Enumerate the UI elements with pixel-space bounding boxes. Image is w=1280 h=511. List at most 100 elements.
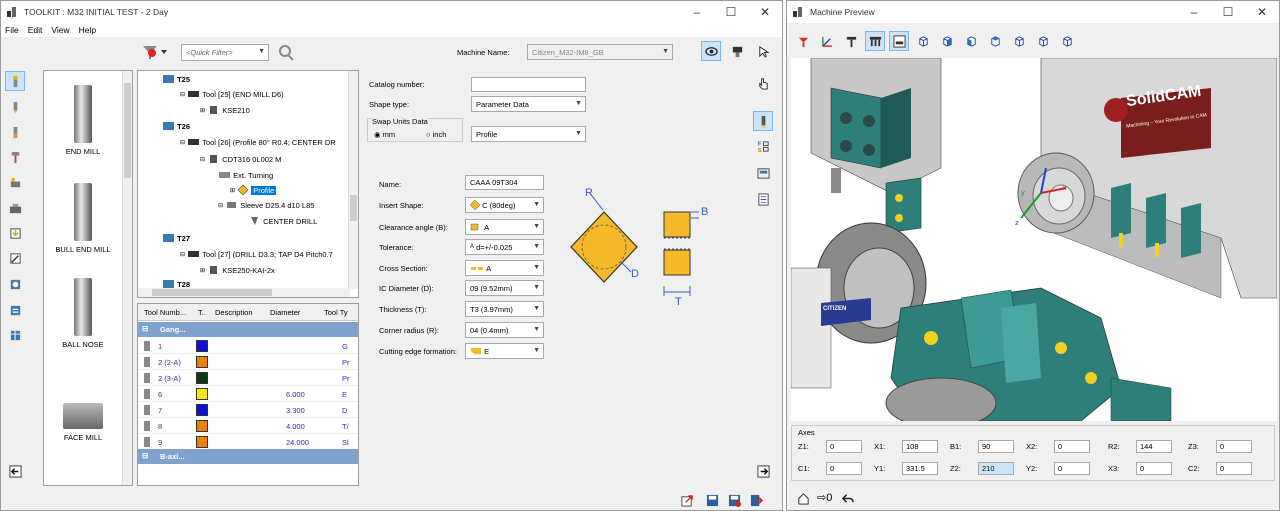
tree-node-t26-tool[interactable]: ⊟ Tool [26] (Profile 80° R0.4; CENTER DR [180,137,336,147]
tree-node-t26-holder[interactable]: ⊟ CDT316 0L002 M [200,154,281,164]
tree-node-t26-center-drill[interactable]: CENTER DRILL [248,216,317,226]
table-row[interactable]: 9 24.000 Sl [138,434,358,450]
col-description[interactable]: Description [215,308,253,317]
axis-value-x1[interactable]: 108 [902,440,938,453]
axis-value-r2[interactable]: 144 [1136,440,1172,453]
tree-node-t26[interactable]: T26 [162,121,190,131]
menu-view[interactable]: View [51,25,69,35]
view-iso-5-button[interactable] [1009,31,1029,51]
library-item-end-mill[interactable]: END MILL [46,85,120,156]
tree-vscrollbar[interactable] [348,71,358,289]
tool-type-import-button[interactable] [5,223,25,243]
save-button[interactable] [702,490,722,510]
cutting-edge-select[interactable]: E ▼ [465,343,544,359]
corner-radius-select[interactable]: 04 (0.4mm) ▼ [465,322,544,338]
tool-type-assembly-button[interactable] [5,274,25,294]
insert-shape-select[interactable]: C (80deg) ▼ [465,197,544,213]
inch-radio[interactable]: ○ inch [426,130,446,139]
axis-value-z1[interactable]: 0 [826,440,862,453]
tool-type-tap-button[interactable] [5,122,25,142]
cross-section-select[interactable]: A ▼ [465,260,544,276]
machine-3d-viewport[interactable]: SolidCAM Machining – Your Revolution in … [791,58,1277,421]
axis-value-x3[interactable]: 0 [1136,462,1172,475]
axis-value-y2[interactable]: 0 [1054,462,1090,475]
view-eye-button[interactable] [701,41,721,61]
home-button[interactable] [793,488,813,508]
preview-maximize-button[interactable]: ☐ [1211,5,1245,19]
close-button[interactable]: ✕ [748,5,782,19]
tool-type-holder-button[interactable] [5,198,25,218]
thickness-select[interactable]: T3 (3.97mm) ▼ [465,301,544,317]
tool-type-turning-button[interactable] [5,172,25,192]
shape-type-select[interactable]: Parameter Data ▼ [471,96,586,112]
profile-select[interactable]: Profile ▼ [471,126,586,142]
tree-node-t25[interactable]: T25 [162,74,190,84]
ic-diameter-select[interactable]: 09 (9.52mm) ▼ [465,280,544,296]
table-row[interactable]: 2 (2-A) Pr [138,354,358,370]
tree-node-t26-ext-turning[interactable]: Ext. Turning [218,170,273,180]
axis-value-x2[interactable]: 0 [1054,440,1090,453]
save-as-button[interactable] [724,490,744,510]
view-tool-button[interactable] [727,41,747,61]
undo-button[interactable] [837,488,857,508]
tool-type-list-button[interactable] [5,300,25,320]
col-tool-number[interactable]: Tool Numb... [144,308,186,317]
menu-file[interactable]: File [5,25,19,35]
collapse-left-button[interactable] [5,461,25,481]
clearance-select[interactable]: A ▼ [465,219,544,235]
export-button[interactable] [677,490,697,510]
toggle-holder-button[interactable] [889,31,909,51]
table-group-gang[interactable]: ⊟ Gang... [138,322,358,337]
tree-node-t27-holder[interactable]: ⊞ KSE250-KAI-2x [200,265,275,275]
table-row[interactable]: 7 3.300 D [138,402,358,418]
tree-node-t27[interactable]: T27 [162,233,190,243]
tool-type-reamer-button[interactable] [5,147,25,167]
minimize-button[interactable]: – [680,5,714,19]
col-diameter[interactable]: Diameter [270,308,300,317]
tree-node-t26-profile[interactable]: ⊞ Profile [230,184,277,196]
tool-type-export-button[interactable] [5,248,25,268]
side-insert-button[interactable] [753,111,773,131]
toggle-axes-button[interactable] [817,31,837,51]
view-iso-6-button[interactable] [1033,31,1053,51]
view-iso-7-button[interactable] [1057,31,1077,51]
axis-value-z2[interactable]: 210 [978,462,1014,475]
menu-help[interactable]: Help [79,25,96,35]
axis-value-b1[interactable]: 90 [978,440,1014,453]
name-input[interactable]: CAAA 09T304 [465,175,544,190]
save-exit-button[interactable] [746,490,766,510]
tree-node-t25-tool[interactable]: ⊟ Tool [25] (END MILL D6) [180,89,284,99]
toggle-turret-button[interactable] [841,31,861,51]
preview-close-button[interactable]: ✕ [1245,5,1279,19]
view-iso-4-button[interactable] [985,31,1005,51]
table-group-b-axis[interactable]: ⊟ B-axi... [138,449,358,464]
pointer-view-button[interactable] [753,41,773,61]
axis-value-y1[interactable]: 331.5 [902,462,938,475]
collapse-right-button[interactable] [753,461,773,481]
menu-edit[interactable]: Edit [28,25,43,35]
view-iso-2-button[interactable] [937,31,957,51]
library-item-face-mill[interactable]: FACE MILL [46,403,120,442]
library-item-ball-nose[interactable]: BALL NOSE [46,278,120,349]
mm-radio[interactable]: ◉ mm [374,130,395,139]
side-cursor-button[interactable] [753,73,773,93]
maximize-button[interactable]: ☐ [714,5,748,19]
col-tool-type[interactable]: Tool Ty [324,308,348,317]
library-item-bull-end-mill[interactable]: BULL END MILL [46,183,120,254]
axis-value-c2[interactable]: 0 [1216,462,1252,475]
library-scrollbar[interactable] [122,71,132,485]
table-row[interactable]: 6 6.000 E [138,386,358,402]
tolerance-select[interactable]: A d=+/-0.025 ▼ [465,239,544,255]
machine-name-select[interactable]: Citizen_M32-IM8_GB ▼ [527,44,673,60]
axis-value-z3[interactable]: 0 [1216,440,1252,453]
tree-node-t25-holder[interactable]: ⊞ KSE210 [200,105,250,115]
tool-type-endmill-button[interactable] [5,71,25,91]
tree-node-t26-sleeve[interactable]: ⊟ Sleeve D25.4 d10 L85 [218,200,314,210]
preview-minimize-button[interactable]: – [1177,5,1211,19]
side-machine-button[interactable] [753,163,773,183]
view-iso-1-button[interactable] [913,31,933,51]
toggle-gang-button[interactable] [865,31,885,51]
side-list-button[interactable] [753,189,773,209]
side-fs-button[interactable]: FS [753,136,773,156]
table-row[interactable]: 2 (3-A) Pr [138,370,358,386]
